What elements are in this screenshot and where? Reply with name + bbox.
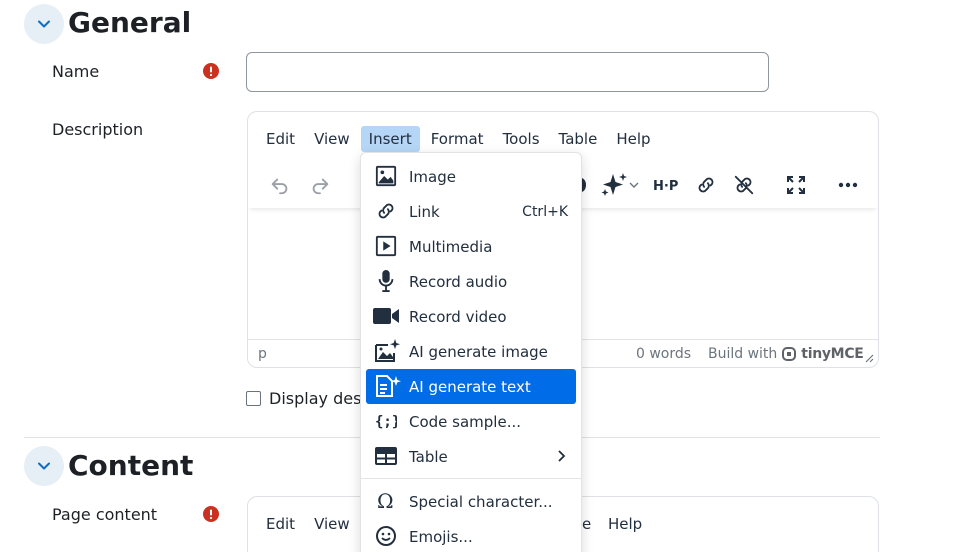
required-icon — [203, 506, 219, 522]
editor-menubar: Edit View — [258, 511, 361, 537]
fullscreen-button[interactable] — [779, 168, 813, 202]
svg-text:Ω: Ω — [377, 490, 394, 512]
ai-sparkle-icon — [601, 173, 627, 196]
code-sample-icon: {;} — [374, 409, 398, 433]
required-icon — [203, 63, 219, 79]
menu-item-record-video[interactable]: Record video — [366, 299, 576, 334]
menu-item-emojis[interactable]: Emojis... — [366, 519, 576, 552]
ai-tools-button[interactable] — [598, 168, 642, 202]
menu-table[interactable]: Table — [551, 126, 606, 152]
editor-menubar: Edit View Insert Format Tools Table Help — [258, 126, 662, 152]
element-path[interactable]: p — [258, 346, 267, 362]
multimedia-icon — [374, 234, 398, 258]
build-with-text: Build with — [708, 346, 778, 362]
display-description-label[interactable]: Display description on course page — [269, 389, 361, 408]
form-page: General Name Description Edit View Inser… — [0, 0, 967, 552]
tinymce-branding[interactable]: Build with tinyMCE — [708, 346, 864, 362]
menu-item-ai-generate-image[interactable]: AI generate image — [366, 334, 576, 369]
redo-icon — [312, 178, 329, 195]
fullscreen-icon — [787, 176, 805, 194]
menu-separator — [361, 478, 581, 479]
table-icon — [374, 444, 398, 468]
menu-item-record-audio[interactable]: Record audio — [366, 264, 576, 299]
redo-button[interactable] — [303, 168, 337, 202]
display-description-checkbox[interactable] — [246, 391, 261, 406]
menu-view[interactable]: View — [306, 126, 358, 152]
word-count[interactable]: 0 words — [636, 346, 691, 362]
unlink-icon — [734, 175, 754, 195]
tinymce-logo-icon — [782, 347, 797, 361]
menu-format[interactable]: Format — [423, 126, 492, 152]
chevron-down-icon — [38, 462, 50, 470]
menu-help[interactable]: Help — [608, 126, 658, 152]
image-icon — [374, 164, 398, 188]
video-camera-icon — [372, 304, 400, 328]
more-button[interactable] — [831, 168, 865, 202]
chevron-right-icon — [558, 450, 566, 462]
omega-icon: Ω — [374, 489, 398, 513]
ai-text-icon — [374, 374, 402, 398]
emoji-icon — [374, 524, 398, 548]
menu-insert[interactable]: Insert — [360, 126, 420, 152]
svg-text:{;}: {;} — [375, 414, 397, 430]
unlink-button[interactable] — [727, 168, 761, 202]
menu-item-image[interactable]: Image — [366, 159, 576, 194]
menu-item-link[interactable]: Link Ctrl+K — [366, 194, 576, 229]
chevron-down-icon — [629, 182, 639, 188]
resize-handle-icon[interactable] — [864, 353, 874, 363]
description-label: Description — [52, 120, 144, 139]
display-description-row: Display description on course page — [246, 389, 361, 408]
tinymce-brand-text: tinyMCE — [801, 346, 864, 362]
h5p-icon: H·P — [653, 179, 678, 193]
collapse-content-button[interactable] — [24, 446, 64, 486]
menu-view[interactable]: View — [306, 511, 358, 537]
menu-item-special-character[interactable]: Ω Special character... — [366, 484, 576, 519]
insert-menu-dropdown: Image Link Ctrl+K Multimedia Record audi… — [360, 152, 582, 552]
section-title-content: Content — [68, 449, 194, 482]
undo-icon — [271, 178, 288, 195]
ai-image-icon — [374, 339, 402, 363]
section-title-general: General — [68, 6, 192, 39]
menu-item-ai-generate-text[interactable]: AI generate text — [366, 369, 576, 404]
menu-item-multimedia[interactable]: Multimedia — [366, 229, 576, 264]
name-label: Name — [52, 62, 100, 81]
more-icon — [838, 182, 858, 188]
name-input[interactable] — [246, 52, 769, 92]
link-shortcut: Ctrl+K — [522, 203, 568, 220]
undo-button[interactable] — [263, 168, 297, 202]
menu-item-code-sample[interactable]: {;} Code sample... — [366, 404, 576, 439]
menu-tools[interactable]: Tools — [495, 126, 548, 152]
link-icon — [698, 177, 714, 193]
svg-text:H·P: H·P — [653, 179, 678, 193]
menu-edit[interactable]: Edit — [258, 126, 303, 152]
insert-link-button[interactable] — [689, 168, 723, 202]
h5p-button[interactable]: H·P — [650, 168, 684, 202]
collapse-general-button[interactable] — [24, 4, 64, 44]
menu-item-table[interactable]: Table — [366, 439, 576, 474]
chevron-down-icon — [38, 20, 50, 28]
menu-edit[interactable]: Edit — [258, 511, 303, 537]
microphone-icon — [374, 269, 398, 293]
page-content-label: Page content — [52, 505, 158, 524]
menu-help[interactable]: Help — [600, 511, 650, 537]
link-icon — [374, 199, 398, 223]
